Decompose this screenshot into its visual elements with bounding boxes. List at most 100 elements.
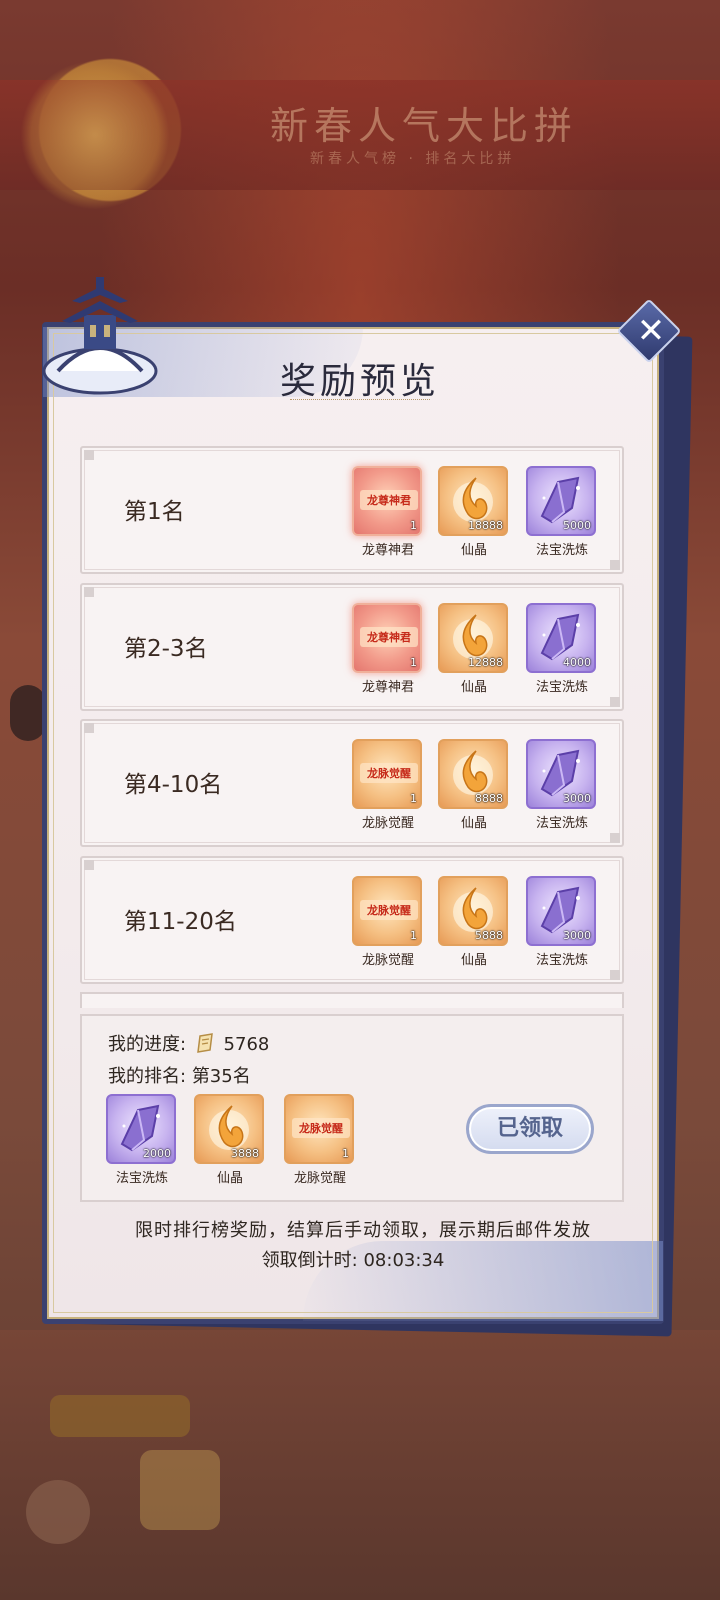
background-tower-icon [140, 1450, 220, 1530]
rank-line: 我的排名: 第35名 [108, 1062, 251, 1088]
background-side-handle [10, 685, 46, 741]
reward-name: 法宝洗炼 [535, 953, 588, 968]
reward-icon-box[interactable]: 12888 [438, 603, 508, 673]
corner-ornament [84, 450, 94, 460]
background-title: 新春人气大比拼 [270, 104, 579, 148]
reward-count: 3888 [231, 1147, 259, 1160]
rank-row: 第2-3名 龙尊神君 1 龙尊神君 12888 仙晶 4000 法宝洗炼 [80, 583, 624, 711]
reward-count: 5000 [563, 519, 591, 532]
corner-ornament [610, 833, 620, 843]
reward-name: 法宝洗炼 [535, 680, 588, 695]
corner-ornament [610, 560, 620, 570]
reward-item[interactable]: 8888 仙晶 [438, 739, 510, 831]
corner-ornament [610, 970, 620, 980]
reward-icon-box[interactable]: 龙脉觉醒 1 [352, 876, 422, 946]
scroll-ticket-icon [196, 1032, 216, 1054]
reward-icon-box[interactable]: 3000 [526, 739, 596, 809]
reward-item[interactable]: 龙尊神君 1 龙尊神君 [352, 466, 424, 558]
reward-count: 1 [410, 929, 417, 942]
claimed-button[interactable]: 已领取 [466, 1104, 594, 1154]
progress-value: 5768 [223, 1034, 270, 1055]
reward-item[interactable]: 3000 法宝洗炼 [526, 876, 598, 968]
rank-row: 第11-20名 龙脉觉醒 1 龙脉觉醒 5888 仙晶 3000 法宝洗炼 [80, 856, 624, 984]
rank-row-partial [80, 992, 624, 1008]
reward-count: 2000 [143, 1147, 171, 1160]
background-event-badge [20, 60, 170, 210]
rank-label: 第11-20名 [124, 909, 237, 935]
reward-rule-note: 限时排行榜奖励，结算后手动领取，展示期后邮件发放 [135, 1220, 591, 1241]
title-emblem-icon: 龙脉觉醒 [292, 1118, 350, 1138]
reward-name: 龙脉觉醒 [361, 953, 414, 968]
reward-name: 法宝洗炼 [115, 1171, 168, 1186]
reward-name: 仙晶 [460, 543, 487, 558]
reward-name: 仙晶 [460, 816, 487, 831]
reward-icon-box[interactable]: 5000 [526, 466, 596, 536]
reward-icon-box[interactable]: 龙尊神君 1 [352, 466, 422, 536]
corner-ornament [610, 697, 620, 707]
close-icon[interactable]: ✕ [628, 308, 674, 354]
reward-icon-box[interactable]: 3888 [194, 1094, 264, 1164]
reward-name: 龙脉觉醒 [293, 1171, 346, 1186]
reward-count: 1 [410, 792, 417, 805]
reward-icon-box[interactable]: 4000 [526, 603, 596, 673]
reward-count: 5888 [475, 929, 503, 942]
background-back-icon [26, 1480, 90, 1544]
rank-label: 第2-3名 [124, 636, 208, 662]
title-emblem-icon: 龙脉觉醒 [360, 900, 418, 920]
corner-ornament [84, 860, 94, 870]
background-lower-area [0, 1330, 720, 1600]
reward-icon-box[interactable]: 龙脉觉醒 1 [352, 739, 422, 809]
reward-item[interactable]: 18888 仙晶 [438, 466, 510, 558]
reward-icon-box[interactable]: 3000 [526, 876, 596, 946]
reward-count: 3000 [563, 792, 591, 805]
reward-name: 法宝洗炼 [535, 816, 588, 831]
rank-label: 第1名 [124, 499, 185, 525]
reward-item[interactable]: 龙脉觉醒 1 龙脉觉醒 [352, 739, 424, 831]
countdown-label: 领取倒计时: [261, 1250, 358, 1271]
rank-value: 第35名 [191, 1066, 251, 1087]
reward-item[interactable]: 5000 法宝洗炼 [526, 466, 598, 558]
reward-count: 18888 [468, 519, 503, 532]
reward-name: 龙尊神君 [361, 680, 414, 695]
reward-count: 1 [410, 519, 417, 532]
reward-count: 12888 [468, 656, 503, 669]
reward-item[interactable]: 4000 法宝洗炼 [526, 603, 598, 695]
reward-icon-box[interactable]: 龙脉觉醒 1 [284, 1094, 354, 1164]
reward-icon-box[interactable]: 2000 [106, 1094, 176, 1164]
title-emblem-icon: 龙尊神君 [360, 490, 418, 510]
reward-item[interactable]: 龙脉觉醒 1 龙脉觉醒 [352, 876, 424, 968]
background-popularity-button [50, 1395, 190, 1437]
reward-item[interactable]: 3888 仙晶 [194, 1094, 266, 1186]
reward-item[interactable]: 龙尊神君 1 龙尊神君 [352, 603, 424, 695]
progress-label: 我的进度: [108, 1034, 187, 1055]
reward-icon-box[interactable]: 龙尊神君 1 [352, 603, 422, 673]
reward-name: 龙尊神君 [361, 543, 414, 558]
reward-name: 仙晶 [460, 953, 487, 968]
reward-item[interactable]: 5888 仙晶 [438, 876, 510, 968]
reward-name: 法宝洗炼 [535, 543, 588, 558]
reward-name: 仙晶 [216, 1171, 243, 1186]
background-subtitle: 新春人气榜 · 排名大比拼 [310, 151, 516, 167]
rank-label: 第4-10名 [124, 772, 223, 798]
reward-name: 龙脉觉醒 [361, 816, 414, 831]
corner-ornament [84, 723, 94, 733]
reward-count: 4000 [563, 656, 591, 669]
reward-count: 1 [342, 1147, 349, 1160]
title-ornament [290, 399, 430, 403]
reward-count: 3000 [563, 929, 591, 942]
reward-icon-box[interactable]: 8888 [438, 739, 508, 809]
reward-icon-box[interactable]: 18888 [438, 466, 508, 536]
reward-item[interactable]: 2000 法宝洗炼 [106, 1094, 178, 1186]
reward-count: 1 [410, 656, 417, 669]
reward-item[interactable]: 龙脉觉醒 1 龙脉觉醒 [284, 1094, 356, 1186]
reward-item[interactable]: 3000 法宝洗炼 [526, 739, 598, 831]
progress-line: 我的进度: 5768 [108, 1030, 269, 1056]
reward-name: 仙晶 [460, 680, 487, 695]
dialog-title: 奖励预览 [279, 361, 440, 402]
reward-icon-box[interactable]: 5888 [438, 876, 508, 946]
claim-countdown: 领取倒计时: 08:03:34 [0, 1246, 706, 1272]
reward-count: 8888 [475, 792, 503, 805]
reward-item[interactable]: 12888 仙晶 [438, 603, 510, 695]
title-emblem-icon: 龙脉觉醒 [360, 763, 418, 783]
countdown-value: 08:03:34 [363, 1250, 445, 1271]
